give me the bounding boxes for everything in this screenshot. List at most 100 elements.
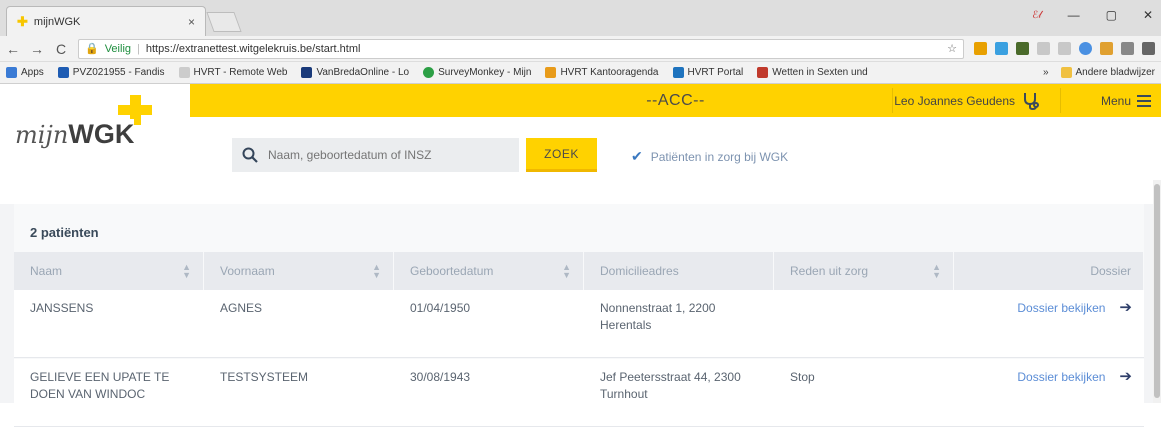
extension-icon[interactable] bbox=[974, 42, 987, 55]
column-label: Geboortedatum bbox=[410, 264, 494, 278]
bookmark-label: Andere bladwijzer bbox=[1075, 67, 1156, 78]
sort-icon[interactable]: ▲ ▼ bbox=[562, 263, 571, 280]
column-label: Dossier bbox=[1090, 264, 1131, 278]
user-menu[interactable]: Leo Joannes Geudens bbox=[894, 84, 1041, 117]
sort-icon[interactable]: ▲ ▼ bbox=[932, 263, 941, 280]
top-bar: --ACC-- Leo Joannes Geudens Menu bbox=[190, 84, 1161, 117]
bookmark-item[interactable]: SurveyMonkey - Mijn bbox=[423, 67, 531, 78]
sort-icon[interactable]: ▲ ▼ bbox=[372, 263, 381, 280]
reload-icon[interactable]: C bbox=[54, 41, 68, 57]
bookmark-favicon-icon bbox=[57, 67, 69, 78]
column-header-reden[interactable]: Reden uit zorg ▲ ▼ bbox=[774, 252, 954, 290]
menu-button[interactable]: Menu bbox=[1101, 84, 1151, 117]
sort-icon[interactable]: ▲ ▼ bbox=[182, 263, 191, 280]
forward-icon[interactable]: → bbox=[30, 41, 44, 57]
cell-geboortedatum: 01/04/1950 bbox=[410, 301, 471, 315]
extension-icon[interactable] bbox=[1058, 42, 1071, 55]
column-header-naam[interactable]: Naam ▲ ▼ bbox=[14, 252, 204, 290]
bookmark-label: HVRT - Remote Web bbox=[193, 67, 288, 78]
user-name: Leo Joannes Geudens bbox=[894, 93, 1015, 108]
bookmark-item[interactable]: HVRT Portal bbox=[672, 67, 744, 78]
column-header-domicilieadres: Domicilieadres bbox=[584, 252, 774, 290]
zoek-button[interactable]: ZOEK bbox=[526, 138, 597, 172]
bookmark-label: VanBredaOnline - Lo bbox=[316, 67, 410, 78]
chrome-menu-icon[interactable] bbox=[1142, 42, 1155, 55]
url-field[interactable]: 🔒 Veilig | https://extranettest.witgelek… bbox=[78, 38, 964, 59]
app-content: --ACC-- Leo Joannes Geudens Menu mijnWGK bbox=[0, 84, 1161, 427]
cell-reden bbox=[774, 290, 954, 357]
results-area: 2 patiënten Naam ▲ ▼ Voornaam ▲ ▼ Geboorte… bbox=[0, 204, 1161, 427]
tab-title: mijnWGK bbox=[33, 15, 81, 28]
bookmark-item[interactable]: Wetten in Sexten und bbox=[757, 67, 868, 78]
bookmark-label: PVZ021955 - Fandis bbox=[72, 67, 165, 78]
bookmarks-overflow: » Andere bladwijzer bbox=[1043, 67, 1155, 78]
apps-grid-icon bbox=[6, 67, 17, 78]
column-header-voornaam[interactable]: Voornaam ▲ ▼ bbox=[204, 252, 394, 290]
secure-label: Veilig bbox=[104, 42, 131, 55]
browser-tab[interactable]: ✚ mijnWGK × bbox=[6, 6, 206, 36]
other-bookmarks-folder[interactable]: Andere bladwijzer bbox=[1060, 67, 1156, 78]
cell-naam: JANSSENS bbox=[30, 301, 94, 315]
search-box[interactable] bbox=[232, 138, 519, 172]
extension-icon[interactable] bbox=[1100, 42, 1113, 55]
dossier-link[interactable]: Dossier bekijken bbox=[1017, 300, 1105, 317]
tab-close-icon[interactable]: × bbox=[188, 15, 195, 29]
checkmark-icon[interactable]: ✔ bbox=[631, 148, 643, 165]
column-label: Reden uit zorg bbox=[790, 264, 869, 278]
url-text[interactable]: https://extranettest.witgelekruis.be/sta… bbox=[146, 43, 941, 55]
bookmarks-more-icon[interactable]: » bbox=[1043, 67, 1049, 78]
extension-icon[interactable] bbox=[1079, 42, 1092, 55]
window-controls: ℰ𝓁 — ▢ ✕ bbox=[1032, 8, 1153, 22]
column-label: Voornaam bbox=[220, 264, 275, 278]
browser-tabstrip: ✚ mijnWGK × ℰ𝓁 — ▢ ✕ bbox=[0, 0, 1161, 36]
page-icon bbox=[178, 67, 190, 78]
bookmark-favicon-icon bbox=[423, 67, 435, 78]
bookmark-apps[interactable]: Apps bbox=[6, 67, 44, 78]
page-scrollbar[interactable] bbox=[1153, 180, 1161, 403]
search-row: ZOEK bbox=[232, 138, 597, 172]
bookmark-star-icon[interactable]: ☆ bbox=[947, 42, 957, 55]
table-header: Naam ▲ ▼ Voornaam ▲ ▼ Geboortedatum ▲ ▼ Dom… bbox=[14, 252, 1144, 290]
bookmark-item[interactable]: HVRT Kantooragenda bbox=[545, 67, 659, 78]
search-icon bbox=[242, 147, 258, 163]
mijnwgk-logo[interactable]: mijnWGK bbox=[15, 95, 175, 154]
column-header-geboortedatum[interactable]: Geboortedatum ▲ ▼ bbox=[394, 252, 584, 290]
close-window-icon[interactable]: ✕ bbox=[1143, 8, 1153, 22]
extension-icon[interactable] bbox=[1121, 42, 1134, 55]
column-label: Naam bbox=[30, 264, 63, 278]
arrow-right-icon[interactable]: ➔ bbox=[1119, 300, 1132, 315]
bookmarks-bar: Apps PVZ021955 - Fandis HVRT - Remote We… bbox=[0, 62, 1161, 84]
bookmark-label: Wetten in Sexten und bbox=[772, 67, 868, 78]
cell-geboortedatum: 30/08/1943 bbox=[410, 370, 471, 384]
logo-mijn: mijn bbox=[15, 121, 69, 149]
search-input[interactable] bbox=[268, 148, 498, 162]
table-row[interactable]: GELIEVE EEN UPATE TE DOEN VAN WINDOC TES… bbox=[14, 359, 1144, 427]
stethoscope-icon bbox=[1024, 92, 1039, 110]
cell-voornaam: AGNES bbox=[220, 301, 263, 315]
maximize-icon[interactable]: ▢ bbox=[1106, 8, 1117, 22]
bookmark-favicon-icon bbox=[545, 67, 557, 78]
cell-dossier: Dossier bekijken ➔ bbox=[954, 359, 1144, 426]
bookmark-item[interactable]: PVZ021955 - Fandis bbox=[57, 67, 165, 78]
scrollbar-thumb[interactable] bbox=[1154, 184, 1160, 398]
arrow-right-icon[interactable]: ➔ bbox=[1119, 369, 1132, 384]
extension-icon[interactable] bbox=[1016, 42, 1029, 55]
new-tab-button[interactable] bbox=[206, 12, 242, 32]
bookmark-item[interactable]: VanBredaOnline - Lo bbox=[301, 67, 409, 78]
divider bbox=[892, 88, 893, 113]
bookmark-label: HVRT Portal bbox=[687, 67, 744, 78]
profile-chip[interactable]: ℰ𝓁 bbox=[1032, 10, 1041, 21]
cell-adres: Nonnenstraat 1, 2200 Herentals bbox=[600, 301, 716, 332]
minimize-icon[interactable]: — bbox=[1068, 8, 1080, 22]
menu-label: Menu bbox=[1100, 93, 1131, 108]
filter-checkbox[interactable]: ✔ Patiënten in zorg bij WGK bbox=[631, 148, 788, 165]
extension-icon[interactable] bbox=[1037, 42, 1050, 55]
bookmark-item[interactable]: HVRT - Remote Web bbox=[178, 67, 288, 78]
extension-icon[interactable] bbox=[995, 42, 1008, 55]
table-row[interactable]: JANSSENS AGNES 01/04/1950 Nonnenstraat 1… bbox=[14, 290, 1144, 358]
dossier-link[interactable]: Dossier bekijken bbox=[1017, 369, 1105, 386]
back-icon[interactable]: ← bbox=[6, 41, 20, 57]
bookmark-label: SurveyMonkey - Mijn bbox=[438, 67, 532, 78]
bookmark-favicon-icon bbox=[672, 67, 684, 78]
folder-icon bbox=[1060, 67, 1072, 78]
